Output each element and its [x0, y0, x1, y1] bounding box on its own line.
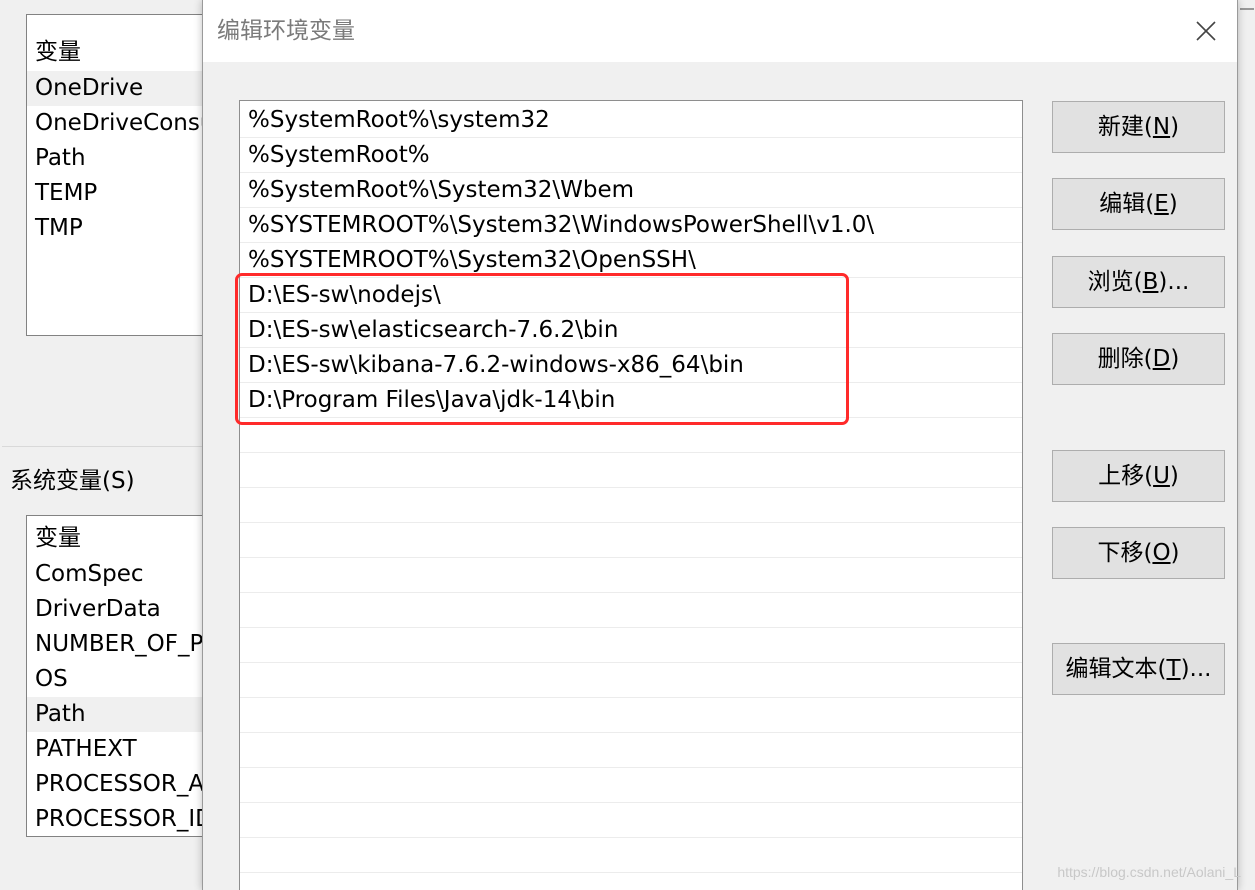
accelerator-key: D	[1152, 346, 1171, 372]
edit-environment-variable-dialog: 编辑环境变量 %SystemRoot%\system32 %SystemRoot…	[202, 0, 1238, 890]
system-variables-header[interactable]: 变量	[27, 521, 225, 556]
group-divider	[2, 446, 202, 447]
accelerator-key: B	[1142, 269, 1159, 295]
empty-row[interactable]	[240, 628, 1022, 663]
delete-button[interactable]: 删除(D)	[1052, 333, 1225, 385]
title-bar: 编辑环境变量	[203, 0, 1237, 62]
button-label: 删除(	[1097, 346, 1153, 372]
list-item[interactable]: PATHEXT	[27, 732, 225, 767]
empty-row[interactable]	[240, 768, 1022, 803]
empty-row[interactable]	[240, 838, 1022, 873]
empty-row[interactable]	[240, 593, 1022, 628]
button-label: 浏览(	[1087, 269, 1143, 295]
accelerator-key: O	[1152, 540, 1171, 566]
list-item[interactable]: ComSpec	[27, 557, 225, 592]
edit-text-button[interactable]: 编辑文本(T)...	[1052, 643, 1225, 695]
user-variables-list[interactable]: 变量 OneDrive OneDriveConsumer Path TEMP T…	[26, 14, 226, 336]
empty-row[interactable]	[240, 733, 1022, 768]
move-up-button[interactable]: 上移(U)	[1052, 450, 1225, 502]
list-item[interactable]: Path	[27, 141, 225, 176]
empty-row[interactable]	[240, 558, 1022, 593]
button-label: )	[1168, 191, 1178, 217]
path-item[interactable]: %SystemRoot%\system32	[240, 103, 1022, 138]
edit-button[interactable]: 编辑(E)	[1052, 178, 1225, 230]
list-item[interactable]: NUMBER_OF_PROCESSORS	[27, 627, 225, 662]
path-item[interactable]: D:\ES-sw\elasticsearch-7.6.2\bin	[240, 313, 1022, 348]
list-item[interactable]: PROCESSOR_IDENTIFIER	[27, 802, 225, 836]
button-label: )	[1169, 463, 1179, 489]
path-item[interactable]: D:\Program Files\Java\jdk-14\bin	[240, 383, 1022, 418]
button-label: )...	[1180, 656, 1212, 682]
path-item[interactable]: %SYSTEMROOT%\System32\WindowsPowerShell\…	[240, 208, 1022, 243]
list-item[interactable]: DriverData	[27, 592, 225, 627]
list-item[interactable]: OneDriveConsumer	[27, 106, 225, 141]
watermark: https://blog.csdn.net/Aolani_L	[1057, 864, 1241, 880]
browse-button[interactable]: 浏览(B)...	[1052, 256, 1225, 308]
empty-row[interactable]	[240, 663, 1022, 698]
new-button[interactable]: 新建(N)	[1052, 101, 1225, 153]
empty-row[interactable]	[240, 698, 1022, 733]
dialog-title: 编辑环境变量	[217, 18, 355, 44]
close-button[interactable]	[1177, 0, 1237, 62]
list-item[interactable]: PROCESSOR_ARCHITECTURE	[27, 767, 225, 802]
button-label: )	[1170, 114, 1180, 140]
accelerator-key: T	[1166, 656, 1181, 682]
button-label: )...	[1158, 269, 1190, 295]
path-item[interactable]: D:\ES-sw\kibana-7.6.2-windows-x86_64\bin	[240, 348, 1022, 383]
empty-row[interactable]	[240, 523, 1022, 558]
path-item[interactable]: %SYSTEMROOT%\System32\OpenSSH\	[240, 243, 1022, 278]
button-label: 上移(	[1098, 463, 1154, 489]
list-item[interactable]: OS	[27, 662, 225, 697]
button-label: 编辑(	[1099, 191, 1155, 217]
close-icon	[1196, 21, 1216, 41]
button-label: 编辑文本(	[1065, 656, 1167, 682]
list-item[interactable]: TEMP	[27, 176, 225, 211]
list-item[interactable]: Path	[27, 697, 225, 732]
move-down-button[interactable]: 下移(O)	[1052, 527, 1225, 579]
empty-row[interactable]	[240, 418, 1022, 453]
list-item[interactable]: OneDrive	[27, 71, 225, 106]
accelerator-key: N	[1152, 114, 1171, 140]
empty-row[interactable]	[240, 488, 1022, 523]
button-label: 下移(	[1097, 540, 1153, 566]
accelerator-key: E	[1154, 191, 1169, 217]
button-label: 新建(	[1097, 114, 1153, 140]
button-label: )	[1170, 346, 1180, 372]
path-item[interactable]: %SystemRoot%	[240, 138, 1022, 173]
path-item[interactable]: D:\ES-sw\nodejs\	[240, 278, 1022, 313]
empty-row[interactable]	[240, 803, 1022, 838]
system-variables-label: 系统变量(S)	[10, 468, 135, 494]
list-item[interactable]: TMP	[27, 211, 225, 246]
background-window-edge	[1238, 0, 1255, 890]
path-item[interactable]: %SystemRoot%\System32\Wbem	[240, 173, 1022, 208]
button-label: )	[1170, 540, 1180, 566]
path-list[interactable]: %SystemRoot%\system32 %SystemRoot% %Syst…	[239, 100, 1023, 890]
user-variables-header[interactable]: 变量	[27, 35, 225, 70]
empty-row[interactable]	[240, 453, 1022, 488]
system-variables-list[interactable]: 变量 ComSpec DriverData NUMBER_OF_PROCESSO…	[26, 515, 226, 837]
accelerator-key: U	[1153, 463, 1170, 489]
